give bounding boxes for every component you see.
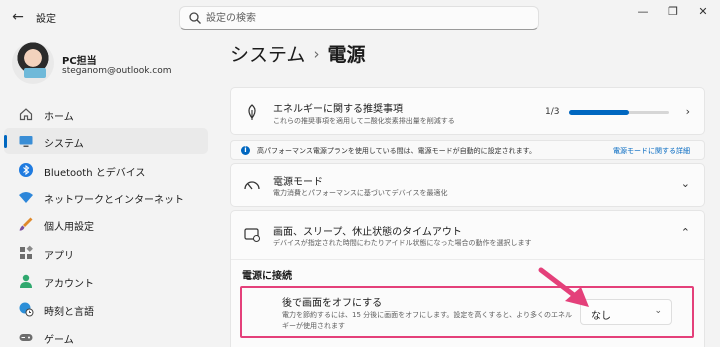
avatar[interactable]	[12, 42, 54, 84]
wifi-icon	[19, 192, 33, 203]
sidebar-item-system[interactable]: システム	[4, 128, 208, 154]
profile-email: steganom@outlook.com	[62, 66, 172, 76]
maximize-icon[interactable]: ❐	[660, 4, 686, 20]
sidebar-item-apps[interactable]: アプリ	[4, 240, 208, 266]
card-description: これらの推奨事項を適用して二酸化炭素排出量を削減する	[273, 117, 455, 125]
globe-clock-icon	[19, 302, 34, 317]
sidebar-item-label: システム	[44, 139, 84, 150]
app-title: 設定	[36, 14, 56, 25]
minimize-icon[interactable]: —	[630, 4, 656, 20]
profile-name: PC担当	[62, 56, 97, 67]
close-icon[interactable]: ✕	[690, 4, 716, 20]
breadcrumb: システム › 電源	[230, 40, 365, 67]
card-description: デバイスが指定された時間にわたりアイドル状態になった場合の動作を選択します	[273, 239, 532, 247]
sidebar-item-label: Bluetooth とデバイス	[44, 168, 146, 179]
sidebar-item-label: ネットワークとインターネット	[44, 195, 184, 206]
gauge-icon	[244, 181, 260, 190]
card-title: 電源モード	[273, 177, 323, 188]
sidebar-item-time-language[interactable]: 時刻と言語	[4, 296, 208, 322]
progress-bar	[569, 110, 669, 115]
search-box[interactable]	[179, 6, 539, 30]
chevron-down-icon[interactable]: ⌄	[681, 177, 690, 190]
sidebar-item-bluetooth[interactable]: Bluetooth とデバイス	[4, 157, 208, 183]
leaf-icon	[248, 104, 256, 120]
apps-icon	[20, 245, 33, 259]
annotation-arrow-icon	[538, 267, 589, 307]
screen-timeout-icon	[244, 228, 260, 242]
power-mode-card[interactable]: 電源モード 電力消費とパフォーマンスに基づいてデバイスを最適化 ⌄	[230, 163, 705, 207]
selection-indicator	[4, 135, 7, 148]
home-icon	[19, 108, 33, 121]
sidebar-item-gaming[interactable]: ゲーム	[4, 324, 208, 347]
card-title: エネルギーに関する推奨事項	[273, 104, 403, 115]
sidebar-item-label: アプリ	[44, 251, 74, 262]
sidebar-item-home[interactable]: ホーム	[4, 101, 208, 127]
setting-description: 電力を節約するには、15 分後に画面をオフにします。設定を高くすると、より多くの…	[282, 311, 573, 330]
sidebar-item-accounts[interactable]: アカウント	[4, 268, 208, 294]
card-description: 電力消費とパフォーマンスに基づいてデバイスを最適化	[273, 189, 448, 197]
search-input[interactable]	[206, 10, 526, 26]
gamepad-icon	[19, 334, 33, 341]
title-bar: ← 設定 — ❐ ✕	[0, 0, 720, 34]
sidebar-item-network[interactable]: ネットワークとインターネット	[4, 184, 208, 210]
page-title: 電源	[327, 44, 366, 66]
monitor-icon	[19, 136, 33, 147]
bluetooth-icon	[19, 163, 33, 177]
section-title-plugged-in: 電源に接続	[242, 271, 292, 282]
info-banner: i 高パフォーマンス電源プランを使用している間は、電源モードが自動的に設定されま…	[230, 140, 705, 160]
sidebar-item-personalization[interactable]: 個人用設定	[4, 211, 208, 237]
divider	[231, 259, 704, 260]
account-icon	[20, 274, 32, 288]
brush-icon	[19, 217, 33, 231]
energy-recommendations-card[interactable]: エネルギーに関する推奨事項 これらの推奨事項を適用して二酸化炭素排出量を削減する…	[230, 87, 705, 135]
progress-fill	[569, 110, 629, 115]
banner-text: 高パフォーマンス電源プランを使用している間は、電源モードが自動的に設定されます。	[257, 147, 536, 155]
back-arrow-icon[interactable]: ←	[8, 7, 28, 27]
breadcrumb-separator: ›	[313, 45, 320, 63]
setting-title: 後で画面をオフにする	[282, 298, 383, 309]
sidebar-item-label: 時刻と言語	[44, 307, 94, 318]
sidebar-item-label: ホーム	[44, 112, 74, 123]
card-title: 画面、スリープ、休止状態のタイムアウト	[273, 227, 462, 238]
chevron-right-icon[interactable]: ›	[686, 105, 690, 118]
chevron-down-icon: ⌄	[654, 306, 662, 316]
breadcrumb-parent[interactable]: システム	[230, 44, 305, 66]
sidebar-item-label: 個人用設定	[44, 222, 94, 233]
search-icon	[189, 12, 201, 24]
progress-text: 1/3	[545, 107, 560, 117]
sidebar-item-label: ゲーム	[44, 335, 74, 346]
screen-off-setting-row: 後で画面をオフにする 電力を節約するには、15 分後に画面をオフにします。設定を…	[240, 286, 694, 338]
info-icon: i	[241, 146, 250, 155]
sidebar-item-label: アカウント	[44, 279, 94, 290]
chevron-up-icon[interactable]: ⌃	[681, 226, 690, 239]
power-mode-details-link[interactable]: 電源モードに関する詳細	[613, 146, 690, 156]
